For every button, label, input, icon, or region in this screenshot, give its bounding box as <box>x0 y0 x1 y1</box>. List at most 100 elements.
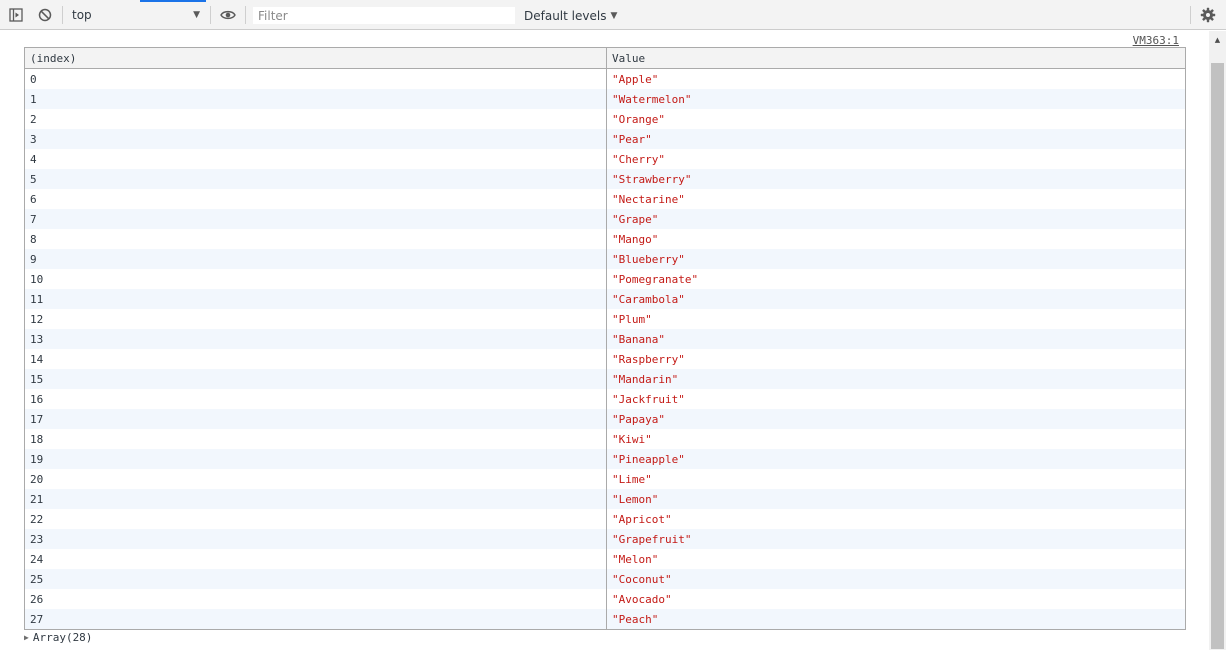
value-cell: "Papaya" <box>612 412 665 426</box>
column-header-index[interactable]: (index) <box>25 48 607 68</box>
table-header: (index) Value <box>25 48 1185 69</box>
array-summary-label: Array(28) <box>32 631 93 644</box>
array-summary[interactable]: ▶ Array(28) <box>24 631 92 644</box>
eye-icon <box>220 10 236 20</box>
value-cell: "Watermelon" <box>612 92 692 106</box>
table-row: 12 "Plum" <box>25 309 1185 329</box>
table-row: 16 "Jackfruit" <box>25 389 1185 409</box>
index-cell: 2 <box>25 109 607 129</box>
table-row: 7 "Grape" <box>25 209 1185 229</box>
table-row: 0 "Apple" <box>25 69 1185 89</box>
table-row: 22 "Apricot" <box>25 509 1185 529</box>
index-cell: 15 <box>25 369 607 389</box>
table-row: 17 "Papaya" <box>25 409 1185 429</box>
index-cell: 4 <box>25 149 607 169</box>
value-cell: "Pomegranate" <box>612 272 699 286</box>
value-cell: "Grape" <box>612 212 659 226</box>
table-row: 27 "Peach" <box>25 609 1185 629</box>
table-row: 5 "Strawberry" <box>25 169 1185 189</box>
value-cell: "Raspberry" <box>612 352 685 366</box>
expand-triangle-icon[interactable]: ▶ <box>24 633 29 642</box>
index-cell: 3 <box>25 129 607 149</box>
gear-icon <box>1200 7 1216 23</box>
table-row: 9 "Blueberry" <box>25 249 1185 269</box>
clear-console-icon <box>38 8 52 22</box>
index-cell: 1 <box>25 89 607 109</box>
index-cell: 26 <box>25 589 607 609</box>
index-cell: 17 <box>25 409 607 429</box>
value-cell: "Mango" <box>612 232 659 246</box>
table-row: 18 "Kiwi" <box>25 429 1185 449</box>
scroll-up-icon[interactable]: ▲ <box>1209 31 1226 48</box>
value-cell: "Carambola" <box>612 292 685 306</box>
table-body: 0 "Apple" 1 "Watermelon" 2 "Orange" 3 "Pear" 4 "C… <box>25 69 1185 629</box>
value-cell: "Melon" <box>612 552 659 566</box>
table-row: 11 "Carambola" <box>25 289 1185 309</box>
table-row: 23 "Grapefruit" <box>25 529 1185 549</box>
live-expression-button[interactable] <box>218 6 238 24</box>
index-cell: 14 <box>25 349 607 369</box>
index-cell: 8 <box>25 229 607 249</box>
value-cell: "Plum" <box>612 312 652 326</box>
value-cell: "Coconut" <box>612 572 672 586</box>
table-row: 13 "Banana" <box>25 329 1185 349</box>
index-cell: 13 <box>25 329 607 349</box>
scrollbar-thumb[interactable] <box>1211 63 1224 649</box>
table-row: 14 "Raspberry" <box>25 349 1185 369</box>
index-cell: 22 <box>25 509 607 529</box>
chevron-down-icon: ▼ <box>610 10 618 21</box>
table-row: 20 "Lime" <box>25 469 1185 489</box>
table-row: 10 "Pomegranate" <box>25 269 1185 289</box>
table-row: 1 "Watermelon" <box>25 89 1185 109</box>
source-link[interactable]: VM363:1 <box>1133 34 1179 47</box>
value-cell: "Lemon" <box>612 492 659 506</box>
index-cell: 27 <box>25 609 607 629</box>
sidebar-toggle-button[interactable] <box>6 6 26 24</box>
table-row: 26 "Avocado" <box>25 589 1185 609</box>
console-output: VM363:1 (index) Value 0 "Apple" 1 "Watermel… <box>0 31 1209 650</box>
value-cell: "Kiwi" <box>612 432 652 446</box>
column-header-value[interactable]: Value <box>607 48 1185 68</box>
sidebar-toggle-icon <box>9 8 23 22</box>
toolbar-divider <box>245 6 246 24</box>
log-levels-dropdown[interactable]: Default levels ▼ <box>524 6 617 25</box>
value-cell: "Orange" <box>612 112 665 126</box>
filter-input[interactable] <box>252 6 516 25</box>
chevron-down-icon: ▼ <box>193 10 200 20</box>
table-row: 6 "Nectarine" <box>25 189 1185 209</box>
index-cell: 21 <box>25 489 607 509</box>
value-cell: "Cherry" <box>612 152 665 166</box>
toolbar-divider <box>210 6 211 24</box>
value-cell: "Lime" <box>612 472 652 486</box>
index-cell: 5 <box>25 169 607 189</box>
vertical-scrollbar[interactable]: ▲ <box>1209 31 1226 650</box>
value-cell: "Apple" <box>612 72 659 86</box>
index-cell: 25 <box>25 569 607 589</box>
value-cell: "Banana" <box>612 332 665 346</box>
value-cell: "Apricot" <box>612 512 672 526</box>
index-cell: 6 <box>25 189 607 209</box>
index-cell: 9 <box>25 249 607 269</box>
console-table: (index) Value 0 "Apple" 1 "Watermelon" 2 "Ora… <box>24 47 1186 630</box>
index-cell: 12 <box>25 309 607 329</box>
value-cell: "Pineapple" <box>612 452 685 466</box>
table-row: 4 "Cherry" <box>25 149 1185 169</box>
value-cell: "Jackfruit" <box>612 392 685 406</box>
context-selector[interactable]: top ▼ <box>66 4 206 26</box>
index-cell: 16 <box>25 389 607 409</box>
clear-console-button[interactable] <box>35 6 55 24</box>
console-settings-button[interactable] <box>1198 5 1218 25</box>
index-cell: 10 <box>25 269 607 289</box>
context-label: top <box>72 8 92 22</box>
toolbar-divider <box>1190 6 1191 24</box>
value-cell: "Avocado" <box>612 592 672 606</box>
value-cell: "Grapefruit" <box>612 532 692 546</box>
log-levels-label: Default levels <box>524 8 607 23</box>
index-cell: 19 <box>25 449 607 469</box>
value-cell: "Strawberry" <box>612 172 692 186</box>
index-cell: 11 <box>25 289 607 309</box>
table-row: 8 "Mango" <box>25 229 1185 249</box>
table-row: 25 "Coconut" <box>25 569 1185 589</box>
index-cell: 24 <box>25 549 607 569</box>
table-row: 19 "Pineapple" <box>25 449 1185 469</box>
